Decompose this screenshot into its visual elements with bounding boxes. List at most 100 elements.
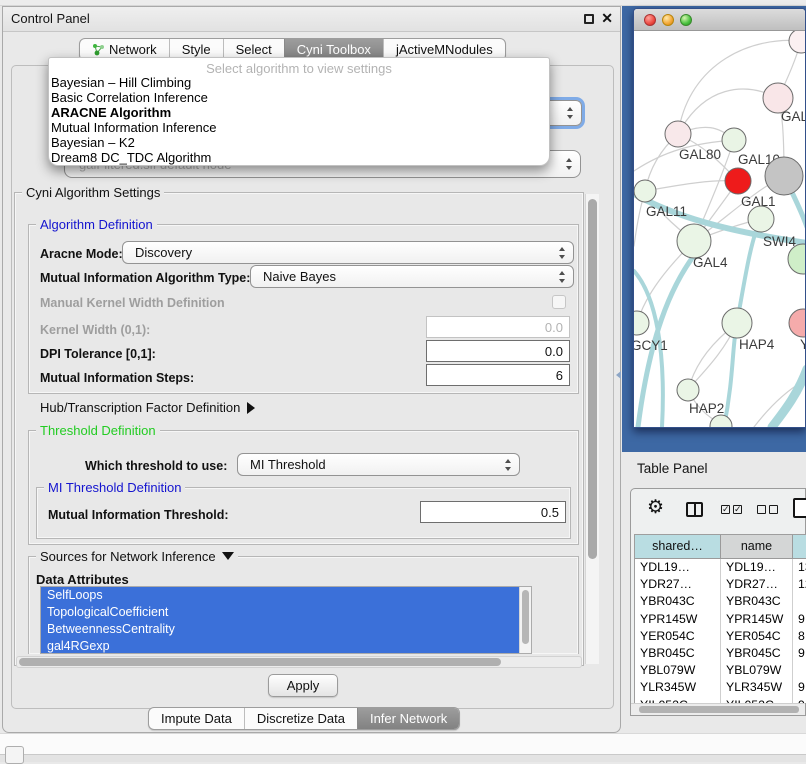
table-panel-title: Table Panel bbox=[637, 461, 708, 476]
network-canvas[interactable]: GALGAL80GAL10GAL1GAL11SWI4GAL4GCY1HAP4YH… bbox=[634, 31, 805, 427]
dropdown-item[interactable]: Dream8 DC_TDC Algorithm bbox=[49, 150, 549, 165]
attribute-list-item[interactable]: TopologicalCoefficient bbox=[41, 604, 520, 621]
network-window-titlebar[interactable] bbox=[634, 9, 805, 31]
dropdown-item[interactable]: Mutual Information Inference bbox=[49, 120, 549, 135]
network-node[interactable] bbox=[710, 415, 732, 427]
network-node[interactable] bbox=[725, 168, 751, 194]
sources-group-title[interactable]: Sources for Network Inference bbox=[36, 549, 238, 564]
data-attributes-label: Data Attributes bbox=[36, 572, 129, 587]
data-attributes-list[interactable]: SelfLoopsTopologicalCoefficientBetweenne… bbox=[40, 586, 532, 654]
network-node[interactable] bbox=[765, 157, 803, 195]
table-cell: YDR27… bbox=[721, 576, 793, 593]
manual-kernel-width-checkbox[interactable] bbox=[552, 295, 566, 309]
attribute-list-item[interactable]: gal4RGexp bbox=[41, 638, 520, 654]
network-node[interactable] bbox=[748, 206, 774, 232]
column-header[interactable]: name bbox=[721, 535, 793, 559]
settings-horizontal-scrollbar[interactable] bbox=[16, 656, 582, 668]
settings-vertical-scrollbar[interactable] bbox=[585, 194, 599, 664]
dpi-tolerance-field[interactable]: 0.0 bbox=[426, 340, 570, 362]
network-node[interactable] bbox=[665, 121, 691, 147]
table-cell: 8. bbox=[793, 628, 806, 645]
table-cell: YER054C bbox=[635, 628, 721, 645]
dropdown-item[interactable]: ARACNE Algorithm bbox=[49, 105, 549, 120]
collapse-down-icon[interactable] bbox=[222, 552, 234, 560]
gear-icon[interactable]: ⚙ bbox=[647, 498, 664, 517]
which-threshold-combobox[interactable]: MI Threshold bbox=[237, 453, 520, 476]
attribute-list-item[interactable]: BetweennessCentrality bbox=[41, 621, 520, 638]
mac-zoom-button[interactable] bbox=[680, 14, 692, 26]
network-node[interactable] bbox=[677, 379, 699, 401]
mini-corner-button[interactable] bbox=[5, 746, 24, 764]
tab-label: Select bbox=[236, 42, 272, 57]
apply-button[interactable]: Apply bbox=[268, 674, 338, 697]
tab-infer-network[interactable]: Infer Network bbox=[357, 708, 459, 729]
node-label: GAL4 bbox=[693, 255, 728, 270]
network-icon bbox=[92, 43, 105, 56]
aracne-mode-combobox[interactable]: Discovery bbox=[122, 241, 574, 264]
dropdown-item[interactable]: Bayesian – K2 bbox=[49, 135, 549, 150]
table-cell: YBR043C bbox=[635, 593, 721, 610]
scrollbar-thumb[interactable] bbox=[19, 658, 501, 666]
mi-steps-field[interactable]: 6 bbox=[426, 364, 570, 386]
table-row[interactable]: YLR345WYLR345W9. bbox=[635, 679, 806, 696]
close-icon[interactable]: ✕ bbox=[601, 10, 613, 27]
hub-definition-label[interactable]: Hub/Transcription Factor Definition bbox=[40, 400, 255, 415]
control-panel-titlebar[interactable]: Control Panel ✕ bbox=[3, 7, 620, 32]
network-node[interactable] bbox=[722, 308, 752, 338]
columns-icon[interactable] bbox=[686, 502, 703, 517]
splitpane-collapse-icon[interactable] bbox=[616, 371, 621, 379]
table-row[interactable]: YBL079WYBL079W bbox=[635, 662, 806, 679]
dropdown-item[interactable]: Basic Correlation Inference bbox=[49, 90, 549, 105]
mac-minimize-button[interactable] bbox=[662, 14, 674, 26]
clear-all-checkboxes-icon[interactable] bbox=[757, 505, 778, 514]
mi-steps-label: Mutual Information Steps: bbox=[40, 371, 194, 385]
column-header[interactable]: shared… bbox=[635, 535, 721, 559]
mac-close-button[interactable] bbox=[644, 14, 656, 26]
network-node[interactable] bbox=[722, 128, 746, 152]
scrollbar-thumb[interactable] bbox=[588, 199, 597, 559]
network-node[interactable] bbox=[789, 309, 805, 337]
table-cell: YBR043C bbox=[721, 593, 793, 610]
node-label: SWI4 bbox=[763, 234, 796, 249]
column-header[interactable] bbox=[793, 535, 806, 559]
manual-kernel-width-label: Manual Kernel Width Definition bbox=[40, 296, 225, 310]
kernel-width-field[interactable]: 0.0 bbox=[426, 316, 570, 338]
tab-impute-data[interactable]: Impute Data bbox=[149, 708, 244, 729]
table-row[interactable]: YDR27…YDR27…12 bbox=[635, 576, 806, 593]
threshold-definition-title: Threshold Definition bbox=[36, 423, 160, 438]
mi-threshold-field[interactable]: 0.5 bbox=[420, 501, 566, 523]
table-row[interactable]: YER054CYER054C8. bbox=[635, 628, 806, 645]
select-all-checkboxes-icon[interactable]: ✓ ✓ bbox=[721, 505, 742, 514]
attribute-list-item[interactable]: SelfLoops bbox=[41, 587, 520, 604]
sources-title-text: Sources for Network Inference bbox=[40, 549, 216, 564]
mi-algorithm-type-combobox[interactable]: Naive Bayes bbox=[250, 265, 574, 288]
mi-threshold-label: Mutual Information Threshold: bbox=[48, 508, 229, 522]
network-node[interactable] bbox=[634, 311, 649, 335]
mi-threshold-group-title: MI Threshold Definition bbox=[44, 480, 185, 495]
list-vertical-scrollbar[interactable] bbox=[519, 587, 531, 653]
table-row[interactable]: YDL19…YDL19…13 bbox=[635, 559, 806, 576]
network-edge[interactable] bbox=[772, 369, 805, 427]
network-node[interactable] bbox=[634, 180, 656, 202]
scrollbar-thumb[interactable] bbox=[639, 706, 799, 713]
combobox-arrows-icon bbox=[565, 158, 574, 170]
expand-right-icon[interactable] bbox=[247, 402, 255, 414]
float-window-icon[interactable] bbox=[584, 14, 594, 24]
new-table-icon[interactable] bbox=[793, 498, 806, 518]
table-cell: YBR045C bbox=[721, 645, 793, 662]
table-panel-window: ⚙ ✓ ✓ shared…name YDL19…YDL19…13YDR27…YD… bbox=[630, 488, 806, 716]
tab-discretize-data[interactable]: Discretize Data bbox=[244, 708, 357, 729]
dropdown-item[interactable]: Bayesian – Hill Climbing bbox=[49, 75, 549, 90]
table-row[interactable]: YBR045CYBR045C9. bbox=[635, 645, 806, 662]
algorithm-definition-title: Algorithm Definition bbox=[36, 217, 157, 232]
node-label: GAL11 bbox=[646, 204, 687, 219]
table-row[interactable]: YBR043CYBR043C bbox=[635, 593, 806, 610]
network-edge[interactable] bbox=[645, 181, 738, 191]
scrollbar-thumb[interactable] bbox=[522, 590, 529, 644]
table-horizontal-scrollbar[interactable] bbox=[631, 703, 805, 715]
network-node[interactable] bbox=[789, 31, 805, 53]
node-label: GCY1 bbox=[634, 338, 668, 353]
node-label: GAL bbox=[781, 109, 805, 124]
table-row[interactable]: YPR145WYPR145W9. bbox=[635, 611, 806, 628]
network-node[interactable] bbox=[677, 224, 711, 258]
